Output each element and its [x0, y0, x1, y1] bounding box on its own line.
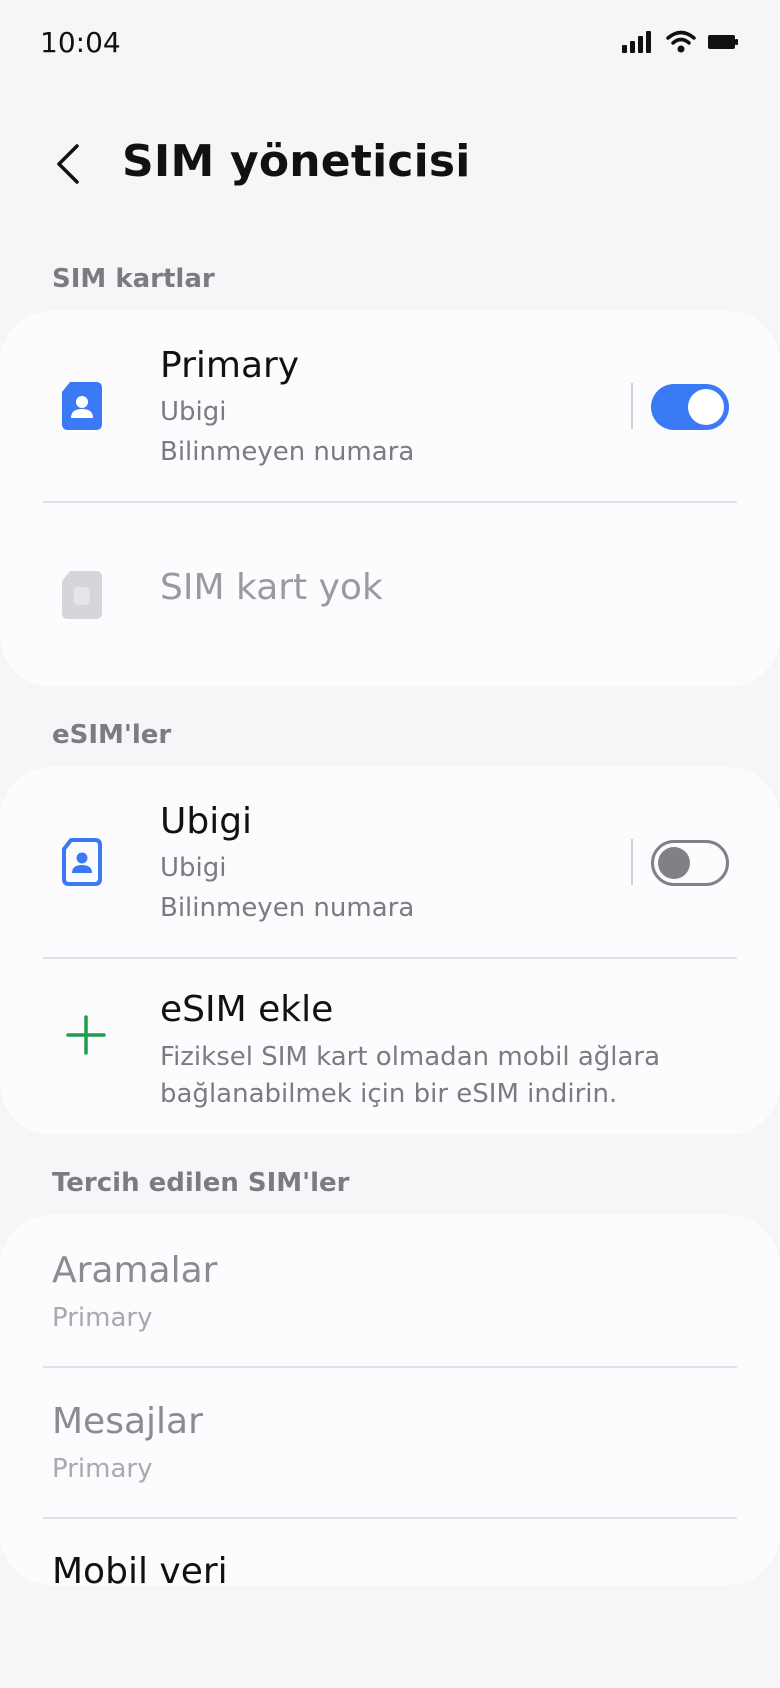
esim-row-ubigi[interactable]: Ubigi Ubigi Bilinmeyen numara [0, 767, 780, 957]
no-sim-label: SIM kart yok [160, 567, 383, 608]
add-esim-description: Fiziksel SIM kart olmadan mobil ağlara b… [160, 1042, 661, 1109]
sim-title: Primary [160, 345, 300, 386]
status-bar: 10:04 [0, 0, 780, 88]
chevron-left-icon [57, 144, 79, 184]
sim-row-primary[interactable]: Primary Ubigi Bilinmeyen numara [0, 311, 780, 501]
pref-row-mobile-data[interactable]: Mobil veri [0, 1519, 780, 1585]
sim-number: Bilinmeyen numara [160, 437, 415, 467]
add-esim-row[interactable]: eSIM ekle Fiziksel SIM kart olmadan mobi… [0, 959, 780, 1135]
esim-title: Ubigi [160, 801, 253, 842]
sim-card-icon [62, 382, 102, 430]
pref-messages-value: Primary [52, 1454, 153, 1484]
toggle-knob [688, 389, 724, 425]
pref-messages-title: Mesajlar [52, 1401, 203, 1442]
pref-calls-title: Aramalar [52, 1250, 218, 1291]
toggle-separator [631, 383, 633, 429]
sim-primary-toggle[interactable] [651, 384, 729, 430]
section-label-sim-cards: SIM kartlar [52, 264, 215, 294]
sim-card-empty-icon [62, 571, 102, 619]
signal-icon [622, 31, 651, 53]
esim-carrier: Ubigi [160, 853, 227, 883]
sim-carrier: Ubigi [160, 397, 227, 427]
plus-icon [66, 1015, 106, 1055]
wifi-icon [666, 30, 696, 53]
add-esim-title: eSIM ekle [160, 989, 334, 1030]
back-button[interactable] [40, 136, 96, 192]
pref-row-calls[interactable]: Aramalar Primary [0, 1215, 780, 1366]
status-time: 10:04 [40, 26, 121, 59]
sim-row-empty: SIM kart yok [0, 503, 780, 687]
section-label-preferred-sims: Tercih edilen SIM'ler [52, 1168, 350, 1198]
esim-icon [62, 838, 102, 886]
preferred-sims-card: Aramalar Primary Mesajlar Primary Mobil … [0, 1215, 780, 1585]
status-icons [622, 30, 738, 54]
section-label-esims: eSIM'ler [52, 720, 172, 750]
esim-ubigi-toggle[interactable] [651, 840, 729, 886]
toggle-separator [631, 839, 633, 885]
pref-calls-value: Primary [52, 1303, 153, 1333]
battery-icon [708, 35, 738, 49]
pref-row-messages[interactable]: Mesajlar Primary [0, 1368, 780, 1517]
app-header: SIM yöneticisi [0, 120, 780, 210]
toggle-knob [658, 847, 690, 879]
sim-cards-card: Primary Ubigi Bilinmeyen numara SIM kart… [0, 311, 780, 687]
page-title: SIM yöneticisi [122, 136, 471, 187]
pref-mobile-data-title: Mobil veri [52, 1551, 228, 1585]
esim-number: Bilinmeyen numara [160, 893, 415, 923]
esims-card: Ubigi Ubigi Bilinmeyen numara eSIM ekle … [0, 767, 780, 1135]
